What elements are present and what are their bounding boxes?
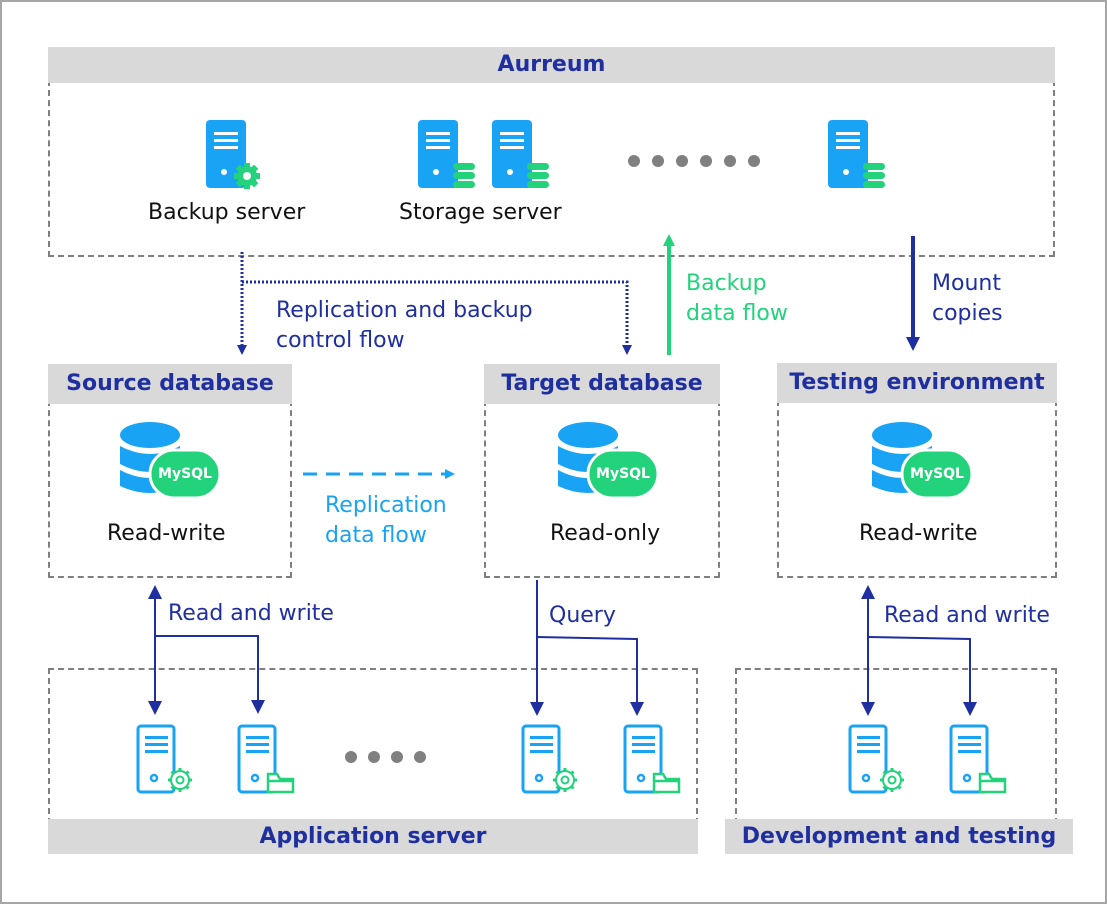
app-server-gear-icon	[136, 724, 192, 794]
mount-copies-label-line: Mount	[932, 271, 1001, 296]
storage-server-label: Storage server	[399, 200, 562, 225]
replication-data-flow-label-line: data flow	[325, 523, 427, 548]
storage-server-icon	[828, 120, 885, 188]
more-servers-ellipsis-icon	[628, 155, 760, 167]
control-flow-label-line: control flow	[276, 328, 405, 353]
mysql-database-icon: MySQL	[556, 420, 660, 500]
read-write-right-label: Read and write	[884, 603, 1050, 628]
ellipsis-dot	[676, 155, 688, 167]
dev-server-folder-icon	[949, 724, 1007, 794]
mysql-database-icon: MySQL	[118, 420, 222, 500]
control-flow-label: Replication and backup control flow	[276, 296, 533, 356]
backup-server-icon	[206, 120, 260, 189]
replication-data-flow-label-line: Replication	[325, 493, 447, 518]
app-server-gear-icon	[521, 724, 577, 794]
replication-data-flow-label: Replication data flow	[325, 491, 447, 551]
ellipsis-dot	[724, 155, 736, 167]
mysql-database-icon: MySQL	[870, 420, 974, 500]
ellipsis-dot	[700, 155, 712, 167]
more-app-servers-ellipsis-icon	[345, 751, 426, 763]
dev-server-gear-icon	[848, 724, 904, 794]
mysql-badge: MySQL	[910, 466, 964, 482]
ellipsis-dot	[414, 751, 426, 763]
source-mode-label: Read-write	[107, 521, 226, 546]
storage-server-icon	[492, 120, 549, 188]
ellipsis-dot	[391, 751, 403, 763]
backup-data-flow-label: Backup data flow	[686, 269, 788, 329]
app-server-folder-icon	[623, 724, 681, 794]
ellipsis-dot	[628, 155, 640, 167]
ellipsis-dot	[368, 751, 380, 763]
query-label: Query	[549, 603, 616, 628]
target-mode-label: Read-only	[550, 521, 661, 546]
control-flow-label-line: Replication and backup	[276, 298, 533, 323]
ellipsis-dot	[748, 155, 760, 167]
testing-environment-header: Testing environment	[777, 363, 1057, 403]
ellipsis-dot	[345, 751, 357, 763]
mysql-badge: MySQL	[596, 466, 650, 482]
aurreum-header: Aurreum	[48, 47, 1055, 83]
ellipsis-dot	[652, 155, 664, 167]
backup-data-flow-label-line: data flow	[686, 301, 788, 326]
backup-server-label: Backup server	[148, 200, 306, 225]
dev-testing-header: Development and testing	[725, 819, 1073, 854]
application-server-header: Application server	[48, 819, 698, 854]
mount-copies-label-line: copies	[932, 301, 1003, 326]
target-database-header: Target database	[484, 364, 720, 404]
mysql-badge: MySQL	[158, 466, 212, 482]
app-server-folder-icon	[237, 724, 295, 794]
storage-server-icon	[418, 120, 475, 188]
backup-data-flow-label-line: Backup	[686, 271, 767, 296]
testing-mode-label: Read-write	[859, 521, 978, 546]
source-database-header: Source database	[48, 364, 292, 404]
mount-copies-label: Mount copies	[932, 269, 1003, 329]
read-write-left-label: Read and write	[168, 601, 334, 626]
